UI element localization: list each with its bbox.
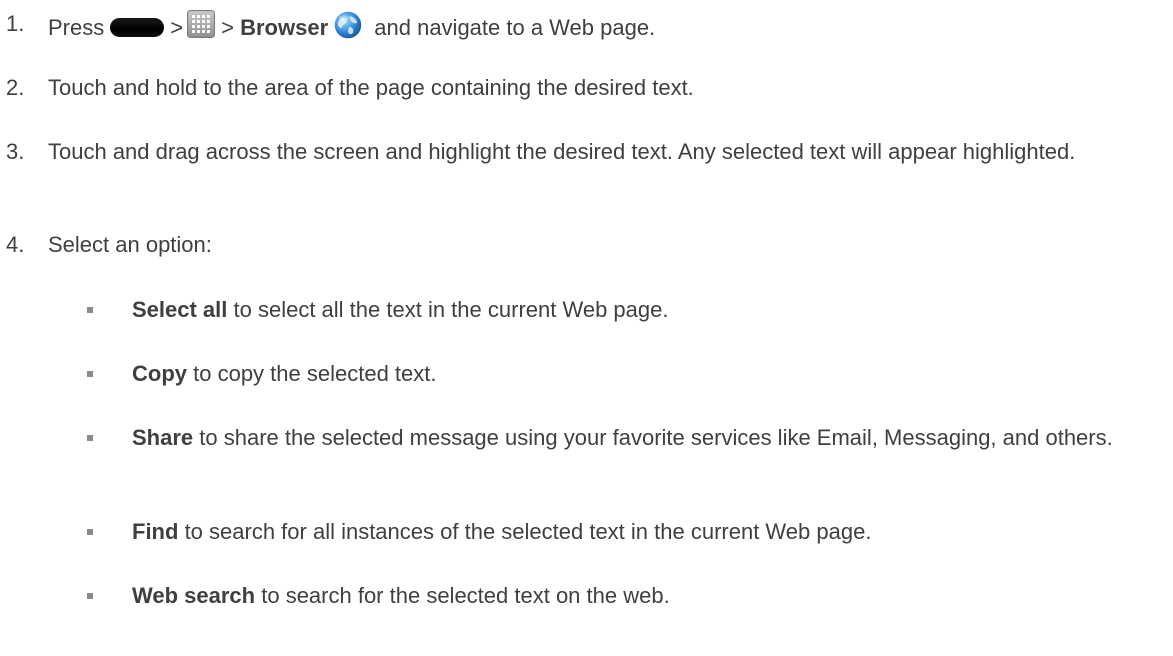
option-label: Select all xyxy=(132,297,228,322)
instruction-document: 1. Press > > Browser and navigate to a W… xyxy=(0,0,1173,656)
step-number: 4. xyxy=(6,232,25,257)
option-description: to select all the text in the current We… xyxy=(233,297,669,322)
option-label: Copy xyxy=(132,361,187,386)
bullet-icon xyxy=(87,371,93,377)
bullet-icon xyxy=(87,529,93,535)
option-description: to copy the selected text. xyxy=(193,361,437,386)
step-number: 2. xyxy=(6,75,25,100)
separator: > xyxy=(170,15,184,40)
option-description: to search for the selected text on the w… xyxy=(261,583,670,608)
option-label: Web search xyxy=(132,583,256,608)
step-text: Touch and drag across the screen and hig… xyxy=(48,139,1076,164)
separator: > xyxy=(221,15,234,40)
apps-grid-icon xyxy=(187,10,216,38)
home-button-icon xyxy=(110,18,165,37)
step-text: Touch and hold to the area of the page c… xyxy=(48,75,694,100)
browser-label: Browser xyxy=(240,15,329,40)
bullet-icon xyxy=(87,435,93,441)
browser-globe-icon xyxy=(333,10,363,40)
step-text: Press > > Browser and navigate to a Web … xyxy=(48,9,1171,42)
option-description: to share the selected message using your… xyxy=(199,425,1113,450)
step-number: 3. xyxy=(6,139,25,164)
bullet-icon xyxy=(87,307,93,313)
bullet-icon xyxy=(87,593,93,599)
step-tail-text: and navigate to a Web page. xyxy=(374,15,656,40)
option-label: Find xyxy=(132,519,179,544)
step-number: 1. xyxy=(6,11,25,36)
press-text: Press xyxy=(48,15,105,40)
step-text: Select an option: xyxy=(48,232,212,257)
option-label: Share xyxy=(132,425,194,450)
option-description: to search for all instances of the selec… xyxy=(184,519,872,544)
